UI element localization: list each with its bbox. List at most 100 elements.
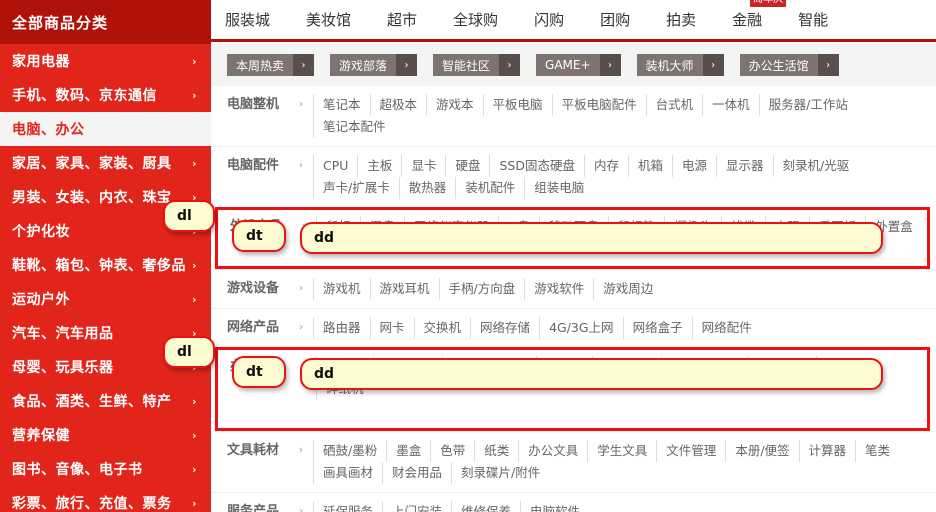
category-link[interactable]: 交换机 (413, 317, 471, 339)
category-link-group: 延保服务 上门安装 维修保养 电脑软件 (313, 501, 936, 512)
category-link-group: 游戏机 游戏耳机 手柄/方向盘 游戏软件 游戏周边 (313, 278, 936, 300)
sidebar-item[interactable]: 营养保健 › (0, 418, 211, 452)
category-link[interactable]: 电脑软件 (520, 501, 589, 512)
nav-item[interactable]: 闪购 (534, 9, 564, 30)
promo-button-label: 智能社区 (433, 54, 500, 76)
nav-item[interactable]: 超市 (387, 9, 417, 30)
chevron-right-icon: › (293, 54, 315, 76)
category-title[interactable]: 文具耗材 › (227, 440, 313, 462)
category-link[interactable]: 路由器 (313, 317, 370, 339)
promo-button[interactable]: 智能社区 › (433, 54, 521, 76)
category-link[interactable]: 色带 (430, 440, 474, 462)
chevron-right-icon: › (299, 283, 303, 294)
nav-item[interactable]: 团购 (600, 9, 630, 30)
category-row: 电脑配件 › CPU 主板 显卡 硬盘 SSD固态硬盘 内存 机箱 电源 显示器 刻录机/光驱声卡/扩… (211, 146, 936, 207)
category-link[interactable]: 画具画材 (313, 462, 382, 484)
category-link[interactable]: 纸类 (474, 440, 518, 462)
category-link[interactable]: 网络配件 (691, 317, 761, 339)
annotation-dd-top: dd (300, 222, 883, 254)
category-link[interactable]: 散热器 (398, 177, 456, 199)
category-link[interactable]: CPU (313, 155, 357, 177)
chevron-right-icon: › (599, 54, 621, 76)
sidebar-item[interactable]: 手机、数码、京东通信 › (0, 78, 211, 112)
category-link[interactable]: 手柄/方向盘 (438, 278, 525, 300)
category-link[interactable]: 本册/便签 (725, 440, 798, 462)
category-link[interactable]: 硒鼓/墨粉 (313, 440, 386, 462)
sidebar-item[interactable]: 食品、酒类、生鲜、特产 › (0, 384, 211, 418)
category-link[interactable]: 游戏本 (426, 94, 483, 116)
chevron-right-icon: › (191, 292, 197, 306)
nav-item-label: 金融 (732, 11, 763, 29)
nav-item-label: 服装城 (225, 11, 271, 29)
sidebar-item[interactable]: 电脑、办公› (0, 112, 211, 146)
category-link[interactable]: 台式机 (645, 94, 703, 116)
sidebar-item-list: 家用电器›手机、数码、京东通信›电脑、办公›家居、家具、家装、厨具›男装、女装、… (0, 44, 211, 512)
category-link[interactable]: 组装电脑 (524, 177, 593, 199)
category-title[interactable]: 电脑配件 › (227, 155, 313, 177)
category-link[interactable]: 延保服务 (313, 501, 382, 512)
sidebar-item[interactable]: 运动户外 › (0, 282, 211, 316)
category-link[interactable]: 文件管理 (656, 440, 725, 462)
category-link[interactable]: 财会用品 (382, 462, 451, 484)
sidebar-item[interactable]: 家居、家具、家装、厨具 › (0, 146, 211, 180)
category-link[interactable]: 游戏机 (313, 278, 370, 300)
sidebar-item[interactable]: 家用电器 › (0, 44, 211, 78)
category-link[interactable]: 声卡/扩展卡 (313, 177, 399, 199)
category-link[interactable]: 计算器 (798, 440, 856, 462)
category-title[interactable]: 服务产品 › (227, 501, 313, 512)
category-link[interactable]: 笔记本配件 (313, 116, 395, 138)
category-link[interactable]: 笔记本 (313, 94, 370, 116)
category-link[interactable]: 维修保养 (451, 501, 520, 512)
category-link[interactable]: 平板电脑 (482, 94, 552, 116)
category-link[interactable]: 4G/3G上网 (539, 317, 623, 339)
nav-item[interactable]: 全球购 (453, 9, 498, 30)
category-link[interactable]: SSD固态硬盘 (489, 155, 584, 177)
category-link[interactable]: 游戏软件 (524, 278, 593, 300)
category-link[interactable]: 服务器/工作站 (758, 94, 857, 116)
category-link[interactable]: 一体机 (702, 94, 759, 116)
sidebar-item[interactable]: 图书、音像、电子书 › (0, 452, 211, 486)
category-link[interactable]: 网络盒子 (622, 317, 692, 339)
category-link[interactable]: 电源 (672, 155, 716, 177)
promo-button[interactable]: GAME+ › (536, 54, 621, 76)
category-link[interactable]: 笔类 (855, 440, 899, 462)
category-link[interactable]: 网卡 (369, 317, 414, 339)
annotation-dl-bottom-label: dl (177, 344, 192, 360)
promo-button[interactable]: 游戏部落 › (330, 54, 418, 76)
category-link[interactable]: 墨盒 (386, 440, 430, 462)
category-title[interactable]: 电脑整机 › (227, 94, 313, 116)
nav-item[interactable]: 服装城 (225, 9, 270, 30)
category-link[interactable]: 网络存储 (470, 317, 539, 339)
category-link[interactable]: 平板电脑配件 (551, 94, 646, 116)
category-link[interactable]: 硬盘 (445, 155, 489, 177)
category-link[interactable]: 主板 (357, 155, 401, 177)
category-link[interactable]: 刻录机/光驱 (772, 155, 859, 177)
category-link[interactable]: 刻录碟片/附件 (451, 462, 549, 484)
promo-button[interactable]: 装机大师 › (636, 54, 724, 76)
nav-item-label: 拍卖 (666, 11, 697, 29)
category-link[interactable]: 学生文具 (587, 440, 656, 462)
sidebar-item[interactable]: 鞋靴、箱包、钟表、奢侈品 › (0, 248, 211, 282)
category-link[interactable]: 装机配件 (455, 177, 524, 199)
category-link[interactable]: 游戏耳机 (369, 278, 439, 300)
nav-item-label: 闪购 (534, 11, 565, 29)
nav-item[interactable]: 金融 周年庆 (732, 0, 787, 30)
category-row: 服务产品 › 延保服务 上门安装 维修保养 电脑软件 (211, 492, 936, 512)
category-title[interactable]: 游戏设备 › (227, 278, 313, 300)
category-title[interactable]: 网络产品 › (227, 317, 313, 339)
promo-button[interactable]: 本周热卖 › (227, 54, 315, 76)
nav-item[interactable]: 智能 (798, 9, 828, 30)
category-link[interactable]: 内存 (583, 155, 628, 177)
category-link[interactable]: 游戏周边 (593, 278, 662, 300)
sidebar-item[interactable]: 彩票、旅行、充值、票务 › (0, 486, 211, 512)
category-link[interactable]: 机箱 (627, 155, 672, 177)
category-link[interactable]: 显卡 (401, 155, 445, 177)
category-link[interactable]: 上门安装 (382, 501, 451, 512)
promo-button[interactable]: 办公生活馆 › (739, 54, 839, 76)
nav-item[interactable]: 美妆馆 (306, 9, 351, 30)
category-link[interactable]: 办公文具 (518, 440, 587, 462)
category-link[interactable]: 超极本 (369, 94, 427, 116)
category-link[interactable]: 显示器 (716, 155, 773, 177)
jd-category-page: 全部商品分类 家用电器›手机、数码、京东通信›电脑、办公›家居、家具、家装、厨具… (0, 0, 936, 512)
nav-item[interactable]: 拍卖 (666, 9, 696, 30)
